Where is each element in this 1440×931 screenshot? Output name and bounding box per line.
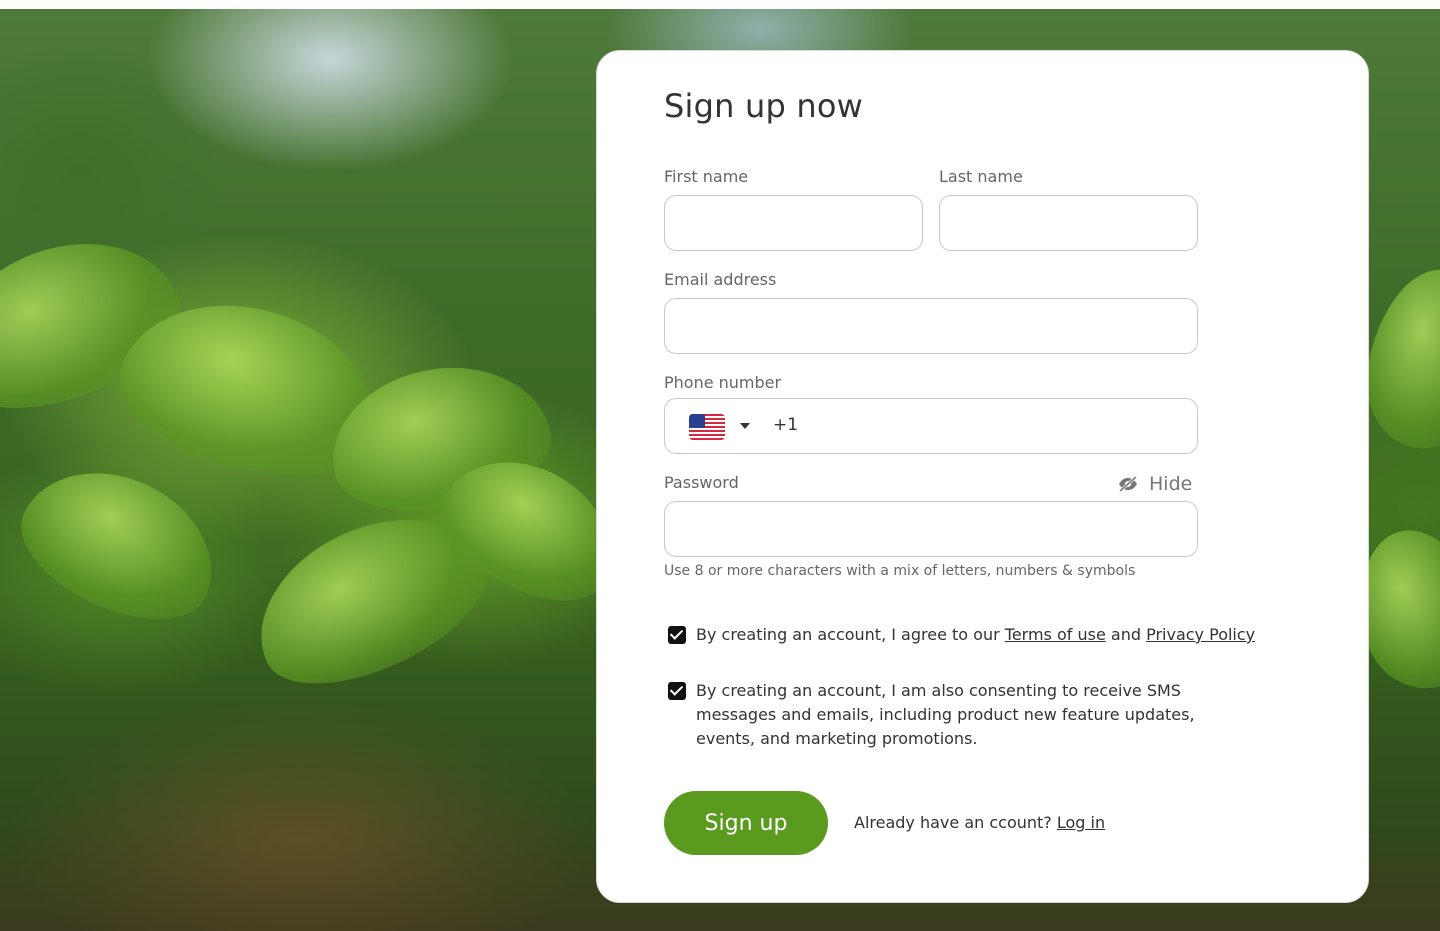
phone-label: Phone number — [664, 373, 782, 392]
leaf-shape — [1, 442, 239, 646]
hide-label: Hide — [1149, 473, 1193, 495]
password-hint: Use 8 or more characters with a mix of l… — [664, 563, 1136, 579]
terms-prefix: By creating an account, I agree to our — [696, 625, 1000, 644]
signup-card: Sign up now First name Last name Email a… — [596, 50, 1369, 903]
first-name-input[interactable] — [664, 195, 923, 251]
last-name-input[interactable] — [939, 195, 1198, 251]
hide-password-toggle[interactable]: Hide — [1117, 473, 1192, 495]
last-name-label: Last name — [939, 167, 1023, 186]
sms-consent-text: By creating an account, I am also consen… — [696, 681, 1195, 748]
page-title: Sign up now — [664, 87, 863, 125]
terms-and: and — [1110, 625, 1141, 644]
terms-of-use-link[interactable]: Terms of use — [1005, 625, 1106, 644]
top-strip — [0, 0, 1440, 9]
login-prompt-text: Already have an ccount? — [854, 813, 1052, 832]
phone-field[interactable]: +1 — [664, 398, 1198, 454]
password-label: Password — [664, 473, 739, 492]
signup-button[interactable]: Sign up — [664, 791, 828, 855]
terms-checkbox[interactable] — [668, 626, 686, 644]
first-name-label: First name — [664, 167, 749, 186]
eye-slash-icon — [1119, 475, 1137, 493]
sms-consent-checkbox[interactable] — [668, 682, 686, 700]
email-label: Email address — [664, 270, 777, 289]
password-input[interactable] — [664, 501, 1198, 557]
terms-consent-text: By creating an account, I agree to our T… — [696, 623, 1336, 647]
chevron-down-icon[interactable] — [740, 423, 750, 429]
email-input[interactable] — [664, 298, 1198, 354]
us-flag-icon[interactable] — [689, 414, 725, 440]
login-prompt: Already have an ccount? Log in — [854, 813, 1105, 832]
dial-code: +1 — [773, 415, 799, 435]
privacy-policy-link[interactable]: Privacy Policy — [1146, 625, 1255, 644]
login-link[interactable]: Log in — [1057, 813, 1105, 832]
